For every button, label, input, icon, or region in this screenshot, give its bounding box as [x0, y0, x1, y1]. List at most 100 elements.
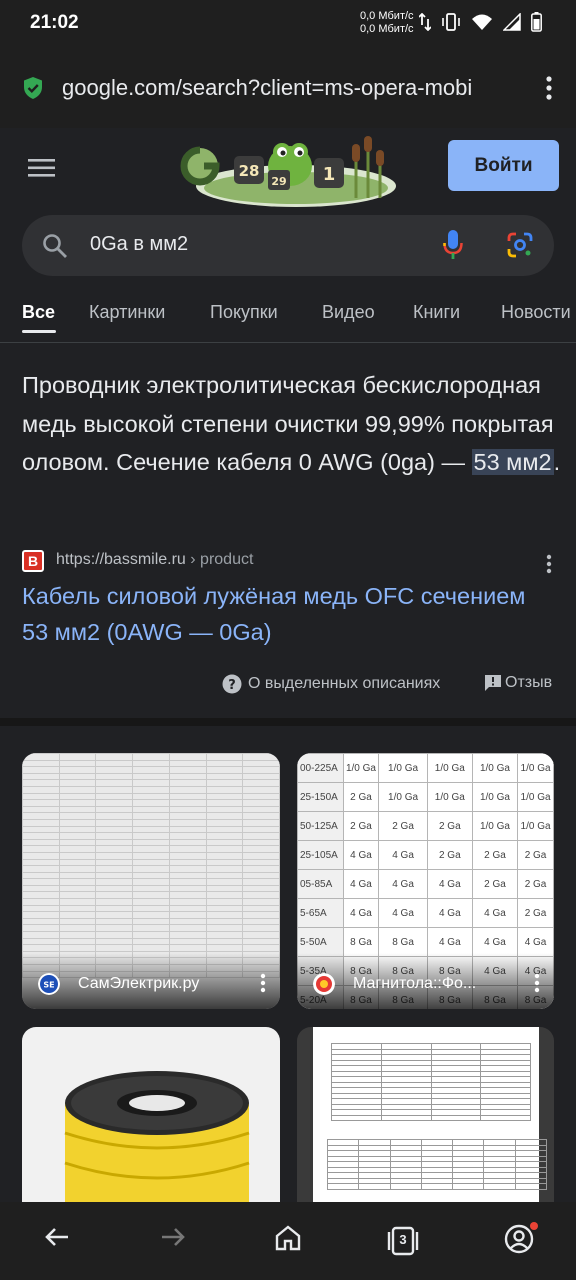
gauge-table-cell: 05-85A — [297, 869, 344, 899]
gauge-table-cell: 25-105A — [297, 840, 344, 870]
gauge-table-cell: 2 Ga — [342, 782, 380, 812]
about-featured-snippets[interactable]: ? О выделенных описаниях — [222, 674, 440, 694]
doodle-day-28: 28 — [239, 162, 260, 180]
gauge-table-cell: 1/0 Ga — [471, 753, 519, 783]
gauge-table-cell: 4 Ga — [342, 898, 380, 928]
search-box[interactable]: 0Ga в мм2 — [22, 215, 554, 276]
back-arrow-icon[interactable] — [44, 1224, 70, 1250]
gauge-table-cell: 1/0 Ga — [426, 782, 473, 812]
samelectric-favicon: SE — [38, 973, 60, 995]
browser-bottom-nav: 3 — [0, 1202, 576, 1280]
svg-text:SE: SE — [43, 981, 54, 990]
tab-news[interactable]: Новости — [501, 302, 571, 323]
profile-icon[interactable] — [504, 1224, 534, 1254]
feedback-link[interactable]: Отзыв — [484, 674, 552, 692]
gauge-table-cell: 2 Ga — [471, 840, 519, 870]
image-result-card[interactable] — [297, 1027, 554, 1202]
notification-dot — [530, 1222, 538, 1230]
tabs-button[interactable]: 3 — [386, 1224, 420, 1258]
secure-shield-icon[interactable] — [22, 76, 44, 100]
image-source-name: Магнитола::Фо... — [353, 975, 477, 992]
search-results-page: 28 29 1 Войти 0Ga в мм2 Все Картинки Пок… — [0, 128, 576, 1202]
source-url[interactable]: https://bassmile.ru › product — [56, 551, 253, 569]
gauge-table-cell: 1/0 Ga — [517, 753, 554, 783]
gauge-table-cell: 50-125A — [297, 811, 344, 841]
microphone-icon[interactable] — [442, 229, 464, 261]
gauge-table-cell: 1/0 Ga — [471, 782, 519, 812]
gauge-table-cell: 4 Ga — [471, 898, 519, 928]
result-title-link[interactable]: Кабель силовой лужёная медь OFC сечением… — [22, 578, 542, 650]
snippet-highlight: 53 мм2 — [471, 449, 554, 475]
gauge-table-cell: 1/0 Ga — [471, 811, 519, 841]
gauge-table-cell: 1/0 Ga — [378, 782, 428, 812]
gauge-table-cell: 2 Ga — [426, 811, 473, 841]
image-result-card[interactable] — [22, 1027, 280, 1202]
divider — [0, 342, 576, 343]
gauge-table-cell: 4 Ga — [426, 869, 473, 899]
signal-icon — [503, 13, 521, 31]
login-button[interactable]: Войти — [448, 140, 559, 191]
status-bar: 21:02 0,0 Мбит/с 0,0 Мбит/с — [0, 0, 576, 48]
active-tab-indicator — [22, 330, 56, 333]
image-result-card[interactable]: 00-225A 1/0 Ga 1/0 Ga 1/0 Ga 1/0 Ga 1/0 Ga 25-… — [297, 753, 554, 1009]
svg-text:?: ? — [228, 678, 236, 693]
tab-all[interactable]: Все — [22, 302, 55, 323]
gauge-table-cell: 2 Ga — [517, 869, 554, 899]
gauge-table-cell: 1/0 Ga — [426, 753, 473, 783]
battery-icon — [531, 12, 542, 32]
gauge-table-cell: 5-65A — [297, 898, 344, 928]
network-speed: 0,0 Мбит/с 0,0 Мбит/с — [360, 10, 414, 35]
gauge-table-cell: 4 Ga — [342, 869, 380, 899]
gauge-table-cell: 1/0 Ga — [378, 753, 428, 783]
tab-books[interactable]: Книги — [413, 302, 460, 323]
google-lens-icon[interactable] — [506, 231, 534, 259]
image-menu-icon[interactable] — [260, 973, 266, 993]
status-icons — [419, 12, 542, 32]
image-source-name: СамЭлектрик.ру — [78, 975, 200, 992]
site-favicon[interactable]: B — [22, 550, 44, 572]
snippet-end: . — [553, 449, 561, 475]
clock: 21:02 — [30, 12, 79, 33]
gauge-table-cell: 4 Ga — [378, 840, 428, 870]
gauge-table-cell: 2 Ga — [517, 840, 554, 870]
vibrate-icon — [442, 13, 460, 31]
gauge-table-cell: 25-150A — [297, 782, 344, 812]
forward-arrow-icon[interactable] — [160, 1224, 186, 1250]
image-result-card[interactable]: SE СамЭлектрик.ру — [22, 753, 280, 1009]
gauge-table-cell: 2 Ga — [378, 811, 428, 841]
tab-images[interactable]: Картинки — [89, 302, 165, 323]
home-icon[interactable] — [274, 1224, 302, 1252]
gauge-table-cell: 2 Ga — [471, 869, 519, 899]
gauge-table-cell: 2 Ga — [517, 898, 554, 928]
help-icon[interactable]: ? — [222, 674, 242, 694]
image-menu-icon[interactable] — [534, 973, 540, 993]
search-icon[interactable] — [42, 233, 68, 259]
url-text[interactable]: google.com/search?client=ms-opera-mobi — [62, 75, 514, 101]
address-bar[interactable]: google.com/search?client=ms-opera-mobi — [0, 48, 576, 128]
browser-menu-icon[interactable] — [546, 76, 552, 100]
gauge-table-cell: 1/0 Ga — [517, 782, 554, 812]
gauge-table-cell: 00-225A — [297, 753, 344, 783]
doodle-day-1: 1 — [323, 164, 336, 185]
tab-shopping[interactable]: Покупки — [210, 302, 278, 323]
wifi-icon — [472, 14, 492, 30]
gauge-table-cell: 1/0 Ga — [342, 753, 380, 783]
gauge-table-cell: 4 Ga — [426, 898, 473, 928]
tab-videos[interactable]: Видео — [322, 302, 375, 323]
gauge-table-cell: 4 Ga — [378, 869, 428, 899]
feedback-icon[interactable] — [484, 674, 502, 692]
hamburger-menu-icon[interactable] — [28, 158, 56, 178]
search-input[interactable]: 0Ga в мм2 — [90, 233, 188, 256]
gauge-table-cell: 1/0 Ga — [517, 811, 554, 841]
section-divider — [0, 718, 576, 726]
google-doodle[interactable]: 28 29 1 — [178, 136, 398, 208]
result-menu-icon[interactable] — [546, 554, 552, 574]
tab-count: 3 — [399, 1232, 407, 1247]
data-arrows-icon — [419, 13, 431, 31]
wire-section-document-image — [313, 1027, 548, 1202]
gauge-table-cell: 2 Ga — [342, 811, 380, 841]
cable-spool-image — [64, 1071, 250, 1202]
gauge-table-cell: 4 Ga — [342, 840, 380, 870]
magnitola-favicon — [313, 973, 335, 995]
gauge-table-cell: 4 Ga — [378, 898, 428, 928]
